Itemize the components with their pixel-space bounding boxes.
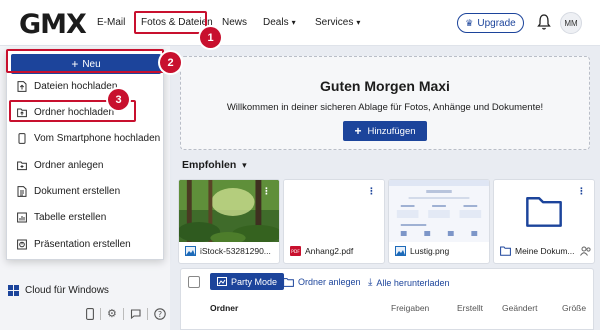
menu-item-create-folder[interactable]: Ordner anlegen [17, 160, 104, 171]
file-card-anhang2[interactable]: ⋮ PDF Anhang2.pdf [283, 179, 385, 264]
new-dropdown-menu: + Neu Dateien hochladen Ordner hochladen… [6, 50, 164, 260]
welcome-banner: Guten Morgen Maxi Willkommen in deiner s… [180, 56, 590, 150]
top-bar: GMX E-Mail Fotos & Dateien News Deals ▾ S… [0, 0, 600, 46]
highlight-new-button [6, 49, 164, 73]
party-mode-icon [217, 277, 227, 286]
shared-users-icon [580, 246, 591, 256]
more-icon[interactable]: ⋮ [367, 186, 376, 197]
help-icon[interactable]: ? [154, 307, 166, 320]
column-modified[interactable]: Geändert [502, 303, 537, 313]
pdf-icon: PDF [290, 246, 301, 256]
menu-item-upload-smartphone[interactable]: Vom Smartphone hochladen [17, 133, 160, 144]
gmx-logo[interactable]: GMX [19, 9, 87, 40]
spreadsheet-icon [17, 212, 27, 223]
svg-text:PDF: PDF [291, 249, 300, 255]
menu-item-create-presentation[interactable]: Präsentation erstellen [17, 239, 131, 250]
avatar[interactable]: MM [560, 12, 582, 34]
chevron-down-icon: ▾ [356, 18, 361, 27]
new-folder-button[interactable]: Ordner anlegen [283, 277, 361, 287]
crown-icon: ♛ [465, 17, 474, 28]
divider [122, 307, 124, 320]
upgrade-button[interactable]: ♛ Upgrade [457, 13, 524, 33]
recommended-header[interactable]: Empfohlen ▾ [182, 159, 247, 171]
download-icon: ⤓ [368, 277, 373, 288]
more-icon[interactable]: ⋮ [577, 186, 586, 197]
step-badge-3: 3 [108, 89, 129, 110]
screenshot-thumbnail [389, 180, 489, 242]
folder-card-meine-dokumente[interactable]: ⋮ Meine Dokum... [493, 179, 595, 264]
smartphone-icon[interactable] [86, 307, 94, 320]
highlight-fotos-dateien [134, 11, 207, 34]
menu-item-upload-files[interactable]: Dateien hochladen [17, 81, 117, 92]
divider [100, 307, 101, 320]
folder-add-icon [17, 161, 27, 171]
image-icon [185, 246, 196, 256]
bell-icon[interactable] [537, 13, 551, 31]
chevron-down-icon: ▾ [242, 160, 247, 170]
document-icon [17, 186, 27, 197]
add-button[interactable]: + Hinzufügen [343, 121, 427, 141]
column-created[interactable]: Erstellt [457, 303, 483, 313]
svg-text:?: ? [158, 310, 162, 319]
image-icon [395, 246, 406, 256]
feedback-icon[interactable] [130, 308, 141, 319]
nav-deals[interactable]: Deals ▾ [263, 17, 296, 28]
file-card-lustig[interactable]: Lustig.png [388, 179, 490, 264]
download-all-button[interactable]: ⤓ Alle herunterladen [368, 277, 449, 288]
gear-icon[interactable]: ⚙ [107, 307, 117, 320]
column-shares[interactable]: Freigaben [391, 303, 429, 313]
smartphone-icon [18, 133, 26, 144]
file-upload-icon [17, 81, 27, 92]
nav-email[interactable]: E-Mail [97, 17, 125, 28]
main-area: Guten Morgen Maxi Willkommen in deiner s… [170, 46, 600, 330]
chevron-down-icon: ▾ [291, 18, 296, 27]
step-badge-1: 1 [200, 27, 221, 48]
presentation-icon [17, 239, 27, 250]
nav-news[interactable]: News [222, 17, 247, 28]
file-list: Party Mode Ordner anlegen ⤓ Alle herunte… [180, 268, 594, 330]
column-folder[interactable]: Ordner [210, 303, 238, 313]
column-size[interactable]: Größe [562, 303, 586, 313]
folder-icon [500, 246, 511, 256]
select-all-checkbox[interactable] [188, 276, 200, 288]
windows-icon [8, 285, 19, 296]
step-badge-2: 2 [160, 52, 181, 73]
menu-item-create-document[interactable]: Dokument erstellen [17, 186, 120, 197]
plus-icon: + [354, 124, 362, 138]
divider [146, 307, 148, 320]
greeting-subtitle: Willkommen in deiner sicheren Ablage für… [226, 102, 544, 113]
party-mode-button[interactable]: Party Mode [210, 273, 285, 290]
sidebar-footer-icons: ⚙ ? [86, 307, 166, 320]
more-icon[interactable]: ⋮ [262, 186, 271, 197]
cloud-windows-link[interactable]: Cloud für Windows [8, 285, 109, 296]
nav-services[interactable]: Services ▾ [315, 17, 360, 28]
greeting-title: Guten Morgen Maxi [320, 78, 450, 94]
file-card-istock[interactable]: ⋮ iStock-53281290... [178, 179, 280, 264]
menu-item-create-spreadsheet[interactable]: Tabelle erstellen [17, 212, 106, 223]
folder-add-icon [283, 277, 294, 287]
